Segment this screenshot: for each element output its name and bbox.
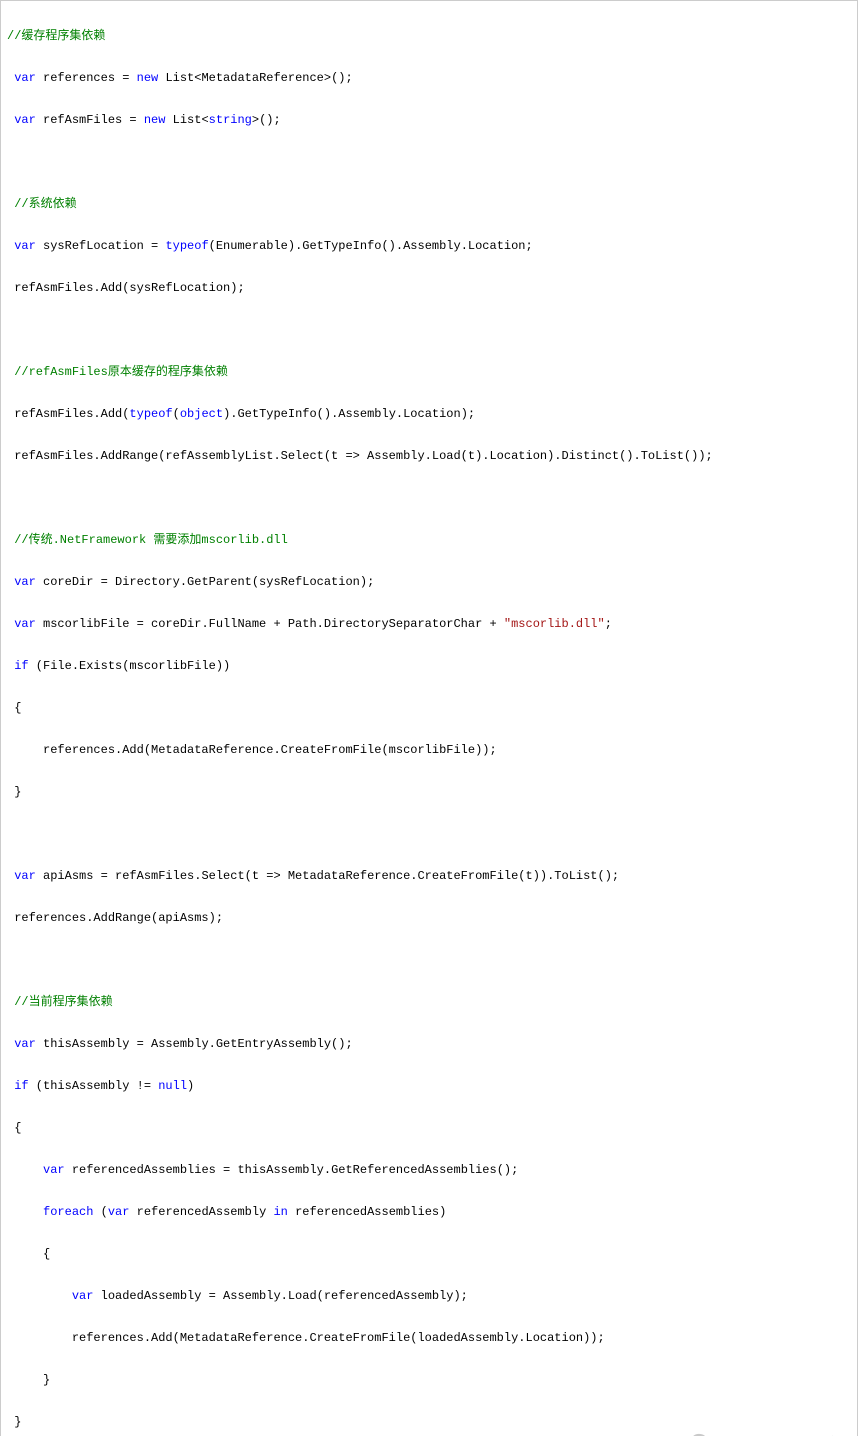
code-line: var references = new List<MetadataRefere… [7, 68, 851, 89]
code-line: refAsmFiles.AddRange(refAssemblyList.Sel… [7, 446, 851, 467]
code-line: var sysRefLocation = typeof(Enumerable).… [7, 236, 851, 257]
code-line: } [7, 782, 851, 803]
code-line: { [7, 1244, 851, 1265]
code-line: var loadedAssembly = Assembly.Load(refer… [7, 1286, 851, 1307]
watermark: dotNET跨平台 [670, 1411, 839, 1436]
code-line: var coreDir = Directory.GetParent(sysRef… [7, 572, 851, 593]
comment: //refAsmFiles原本缓存的程序集依赖 [7, 362, 851, 383]
code-line: var referencedAssemblies = thisAssembly.… [7, 1160, 851, 1181]
code-line: references.Add(MetadataReference.CreateF… [7, 1328, 851, 1349]
code-line: refAsmFiles.Add(typeof(object).GetTypeIn… [7, 404, 851, 425]
watermark-text: dotNET跨平台 [724, 1435, 839, 1436]
code-line: } [7, 1370, 851, 1391]
code-line: refAsmFiles.Add(sysRefLocation); [7, 278, 851, 299]
code-line: references.AddRange(apiAsms); [7, 908, 851, 929]
code-line: references.Add(MetadataReference.CreateF… [7, 740, 851, 761]
code-line: { [7, 1118, 851, 1139]
code-line: if (File.Exists(mscorlibFile)) [7, 656, 851, 677]
code-line: foreach (var referencedAssembly in refer… [7, 1202, 851, 1223]
wechat-icon [670, 1411, 716, 1436]
code-block: //缓存程序集依赖 var references = new List<Meta… [0, 0, 858, 1436]
comment: //缓存程序集依赖 [7, 26, 851, 47]
comment: //传统.NetFramework 需要添加mscorlib.dll [7, 530, 851, 551]
code-line: var mscorlibFile = coreDir.FullName + Pa… [7, 614, 851, 635]
code-line: var apiAsms = refAsmFiles.Select(t => Me… [7, 866, 851, 887]
code-line: var refAsmFiles = new List<string>(); [7, 110, 851, 131]
code-line: var thisAssembly = Assembly.GetEntryAsse… [7, 1034, 851, 1055]
code-line: if (thisAssembly != null) [7, 1076, 851, 1097]
comment: //系统依赖 [7, 194, 851, 215]
comment: //当前程序集依赖 [7, 992, 851, 1013]
code-line: { [7, 698, 851, 719]
